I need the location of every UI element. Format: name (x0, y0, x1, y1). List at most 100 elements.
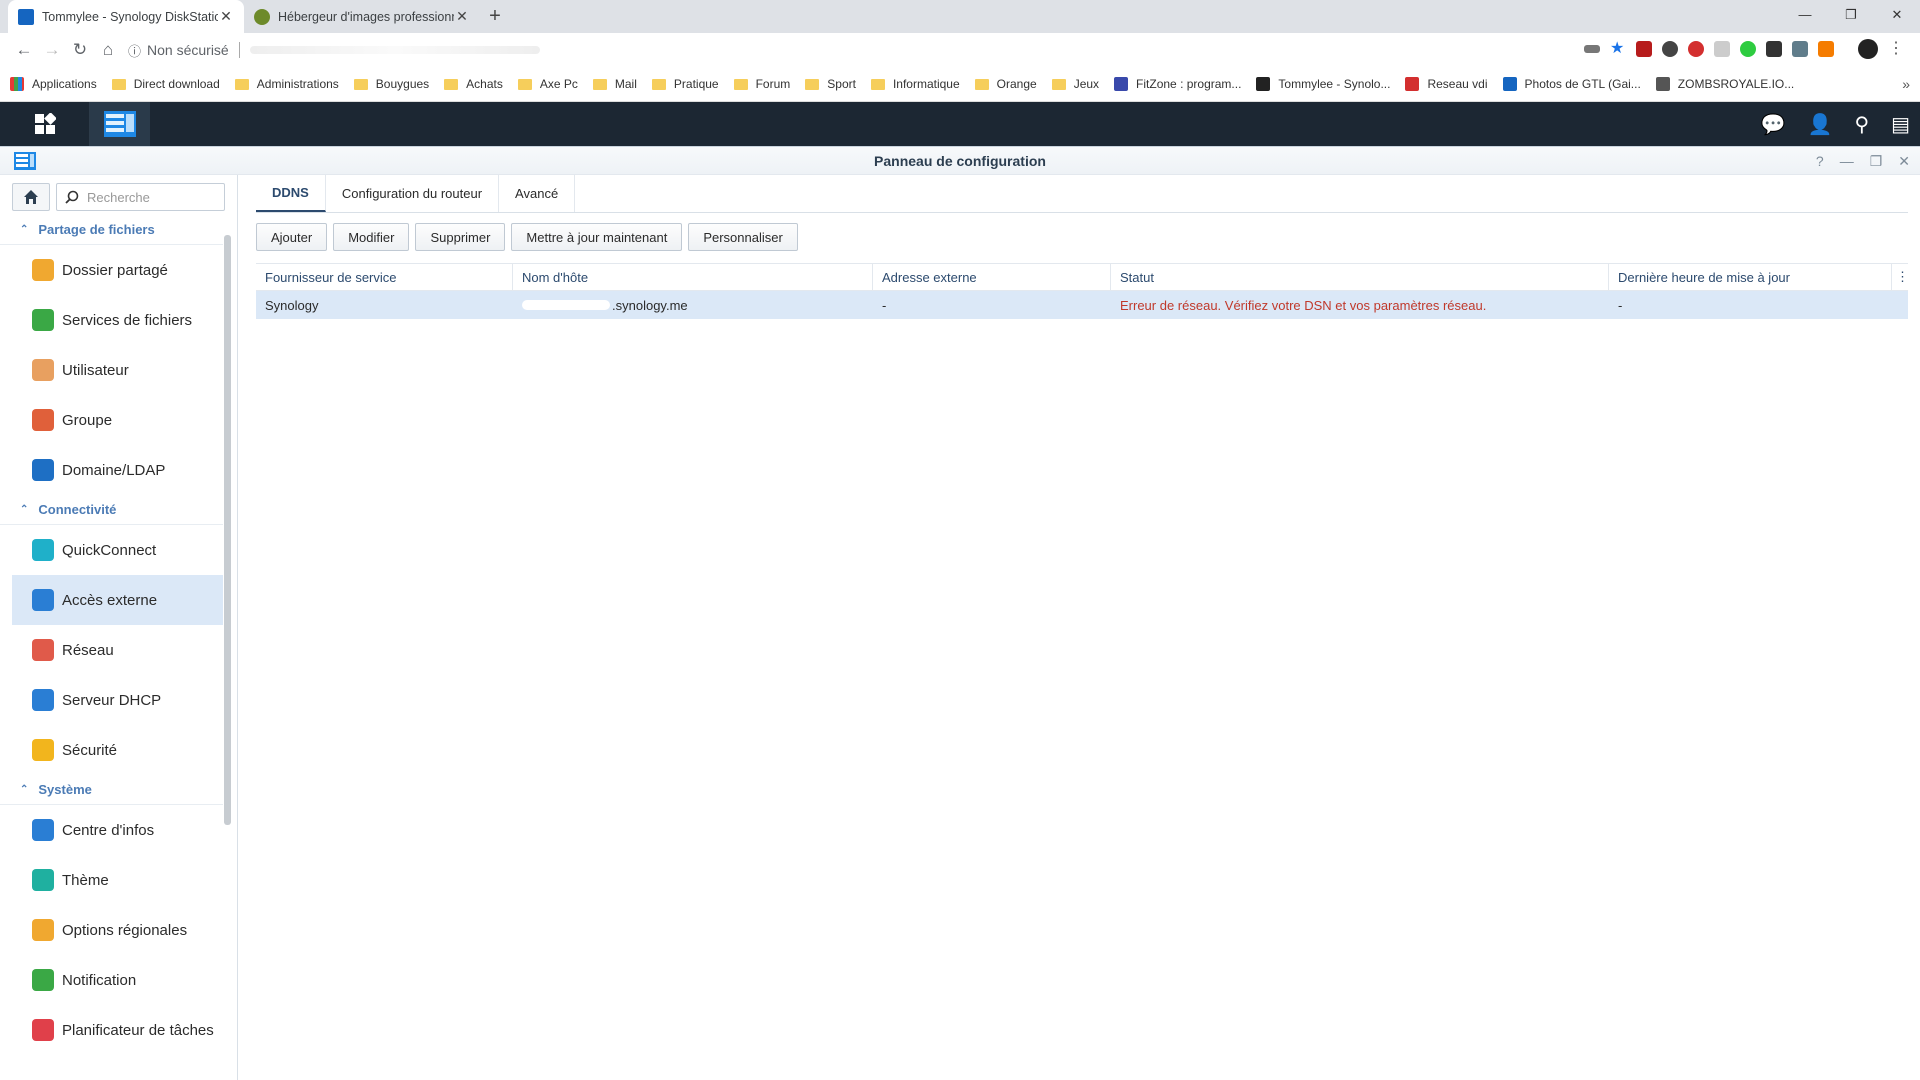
delete-button[interactable]: Supprimer (415, 223, 506, 251)
column-menu-icon[interactable]: ⋮ (1892, 264, 1908, 291)
bookmark-item[interactable]: Sport (805, 77, 856, 91)
external-access-icon (32, 589, 54, 611)
sidebar-item[interactable]: Réseau (12, 625, 223, 675)
column-header-last-update[interactable]: Dernière heure de mise à jour (1609, 263, 1892, 291)
close-tab-icon[interactable]: ✕ (218, 8, 234, 25)
browser-tab-image-host[interactable]: Hébergeur d'images professionnel ✕ (244, 0, 480, 33)
bookmark-item[interactable]: Mail (592, 77, 637, 91)
sidebar-item[interactable]: Sécurité (12, 725, 223, 775)
green-extension-icon[interactable] (1740, 41, 1756, 57)
close-window-icon[interactable]: ✕ (1874, 0, 1920, 33)
sidebar-section-header[interactable]: ⌃ Système (0, 775, 223, 805)
customize-button[interactable]: Personnaliser (688, 223, 798, 251)
sidebar-item[interactable]: Services de fichiers (12, 295, 223, 345)
sidebar-item[interactable]: Accès externe (12, 575, 223, 625)
browser-menu-icon[interactable]: ⋮ (1888, 41, 1904, 57)
home-icon[interactable]: ⌂ (94, 40, 122, 60)
folder-icon (651, 78, 666, 90)
pdf-extension-icon[interactable] (1636, 41, 1652, 57)
restore-window-icon[interactable]: ❐ (1828, 0, 1874, 33)
sidebar-item[interactable]: Serveur DHCP (12, 675, 223, 725)
sidebar-item[interactable]: Dossier partagé (12, 245, 223, 295)
browser-tab-synology[interactable]: Tommylee - Synology DiskStation ✕ (8, 0, 244, 33)
close-tab-icon[interactable]: ✕ (454, 8, 470, 25)
minimize-icon[interactable]: — (1840, 147, 1854, 175)
notification-icon (32, 969, 54, 991)
tab-advanced[interactable]: Avancé (499, 174, 576, 212)
sidebar-item[interactable]: Groupe (12, 395, 223, 445)
screen-extension-icon[interactable] (1766, 41, 1782, 57)
bookmark-item[interactable]: Bouygues (353, 77, 429, 91)
address-bar[interactable]: ⓘ Non sécurisé (128, 37, 1584, 63)
bookmark-star-icon[interactable]: ★ (1610, 41, 1626, 57)
bookmark-item[interactable]: Forum (733, 77, 790, 91)
edit-button[interactable]: Modifier (333, 223, 410, 251)
bookmark-item[interactable]: ZOMBSROYALE.IO... (1655, 77, 1795, 91)
bookmark-item[interactable]: Orange (974, 77, 1037, 91)
bookmark-item[interactable]: Applications (10, 77, 97, 91)
close-icon[interactable]: ✕ (1898, 147, 1910, 175)
bookmark-item[interactable]: Jeux (1051, 77, 1099, 91)
reload-icon[interactable]: ↻ (66, 40, 94, 60)
bookmark-item[interactable]: Reseau vdi (1405, 77, 1488, 91)
bookmark-item[interactable]: Administrations (234, 77, 339, 91)
tab-ddns[interactable]: DDNS (256, 174, 326, 212)
sidebar-item[interactable]: Domaine/LDAP (12, 445, 223, 495)
extension-icon[interactable] (1662, 41, 1678, 57)
sidebar-scrollbar[interactable] (224, 235, 231, 825)
key-icon[interactable] (1584, 45, 1600, 53)
tab-router-config[interactable]: Configuration du routeur (326, 174, 500, 212)
sidebar-item[interactable]: Thème (12, 855, 223, 905)
search-icon[interactable]: ⚲ (1854, 112, 1869, 137)
sidebar-section-header[interactable]: ⌃ Partage de fichiers (0, 215, 223, 245)
column-header-external-address[interactable]: Adresse externe (873, 263, 1111, 291)
widgets-icon[interactable]: ▤ (1891, 112, 1910, 137)
sidebar-search-input[interactable]: Recherche (56, 183, 225, 211)
bookmark-label: ZOMBSROYALE.IO... (1677, 77, 1795, 91)
maximize-icon[interactable]: ❐ (1870, 147, 1883, 175)
bookmark-item[interactable]: Direct download (111, 77, 220, 91)
taskbar-control-panel-button[interactable] (90, 102, 150, 146)
sidebar-item[interactable]: Planificateur de tâches (12, 1005, 223, 1055)
bookmark-item[interactable]: Pratique (651, 77, 719, 91)
bookmark-item[interactable]: Axe Pc (517, 77, 578, 91)
bookmark-item[interactable]: Informatique (870, 77, 960, 91)
vlc-extension-icon[interactable] (1818, 41, 1834, 57)
folder-share-icon (32, 259, 54, 281)
window-titlebar[interactable]: Panneau de configuration ? — ❐ ✕ (0, 147, 1920, 175)
more-bookmarks-icon[interactable]: » (1902, 76, 1910, 92)
new-tab-button[interactable]: + (480, 5, 510, 28)
main-menu-button[interactable] (0, 102, 90, 146)
bookmark-item[interactable]: FitZone : program... (1114, 77, 1241, 91)
chat-icon[interactable]: 💬 (1761, 112, 1786, 137)
sidebar-item[interactable]: Notification (12, 955, 223, 1005)
bookmark-item[interactable]: Tommylee - Synolo... (1256, 77, 1390, 91)
adblock-icon[interactable] (1688, 41, 1704, 57)
sidebar-section-header[interactable]: ⌃ Connectivité (0, 495, 223, 525)
bookmark-item[interactable]: Achats (444, 77, 503, 91)
sidebar-item[interactable]: Utilisateur (12, 345, 223, 395)
sidebar-item[interactable]: Centre d'infos (12, 805, 223, 855)
back-arrow-icon[interactable]: ← (10, 40, 38, 60)
bookmark-item[interactable]: Photos de GTL (Gai... (1502, 77, 1641, 91)
forward-arrow-icon[interactable]: → (38, 40, 66, 60)
cloud-extension-icon[interactable] (1714, 41, 1730, 57)
column-header-status[interactable]: Statut (1111, 263, 1609, 291)
sidebar-item[interactable]: QuickConnect (12, 525, 223, 575)
minimize-window-icon[interactable]: — (1782, 0, 1828, 33)
bookmark-label: Direct download (133, 77, 220, 91)
add-button[interactable]: Ajouter (256, 223, 328, 251)
home-button[interactable] (12, 183, 50, 211)
update-now-button[interactable]: Mettre à jour maintenant (511, 223, 683, 251)
sidebar-item[interactable]: Options régionales (12, 905, 223, 955)
user-menu-icon[interactable]: 👤 (1808, 112, 1833, 137)
apps-grid-icon (10, 77, 24, 91)
info-circle-icon[interactable]: ⓘ (128, 41, 141, 60)
column-header-provider[interactable]: Fournisseur de service (256, 263, 513, 291)
search-extension-icon[interactable] (1792, 41, 1808, 57)
sidebar-item-label: QuickConnect (62, 541, 157, 559)
table-row[interactable]: Synology .synology.me - Erreur de réseau… (256, 291, 1908, 319)
column-header-hostname[interactable]: Nom d'hôte (513, 263, 873, 291)
profile-avatar-icon[interactable] (1858, 39, 1878, 59)
help-icon[interactable]: ? (1816, 147, 1824, 175)
